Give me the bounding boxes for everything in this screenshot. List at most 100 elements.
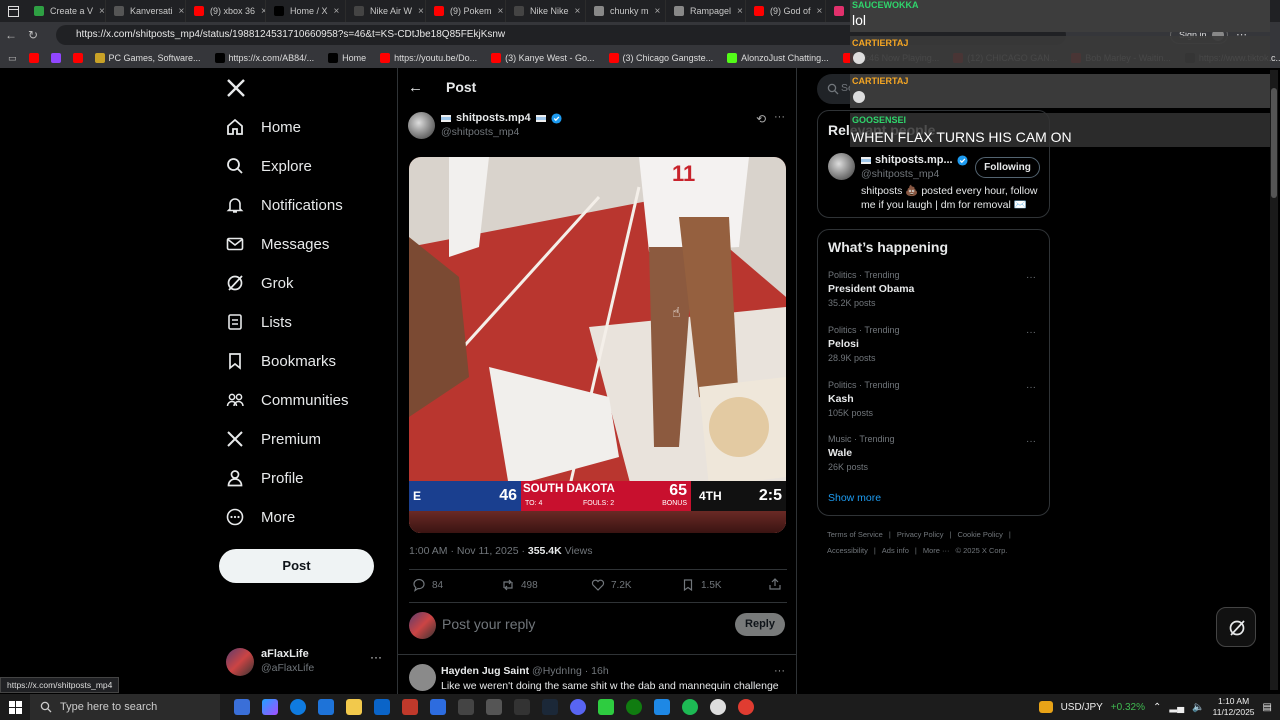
nav-home[interactable]: Home — [225, 117, 301, 137]
app-icon-white[interactable] — [710, 699, 726, 715]
bookmark-item[interactable]: (3) Kanye West - Go... — [491, 53, 595, 63]
tab-close-icon[interactable]: × — [817, 6, 823, 17]
nav-more[interactable]: More — [225, 507, 295, 527]
browser-tab[interactable]: (9) Pokem × — [426, 0, 506, 22]
app-icon-red[interactable] — [402, 699, 418, 715]
footer-privacy[interactable]: Privacy Policy — [897, 530, 944, 539]
bookmark-item[interactable]: https://x.com/AB84/... — [214, 53, 314, 63]
xbox-icon[interactable] — [626, 699, 642, 715]
obs-icon[interactable] — [738, 699, 754, 715]
nav-grok[interactable]: Grok — [225, 273, 294, 293]
nav-premium[interactable]: Premium — [225, 429, 321, 449]
app-icon-black[interactable] — [514, 699, 530, 715]
steam-icon[interactable] — [542, 699, 558, 715]
windows-start-icon[interactable] — [0, 694, 30, 720]
volume-icon[interactable]: 🔈 — [1192, 702, 1204, 713]
trend-more-icon[interactable]: ··· — [1026, 272, 1036, 283]
scrollbar-thumb[interactable] — [1271, 88, 1277, 198]
nav-bookmarks[interactable]: Bookmarks — [225, 351, 336, 371]
browser-tab[interactable]: Rampagel × — [666, 0, 746, 22]
trend-item[interactable]: Politics · Trending Pelosi 28.9K posts — [828, 325, 900, 363]
reload-icon[interactable]: ↻ — [22, 28, 44, 42]
footer-terms[interactable]: Terms of Service — [827, 530, 883, 539]
author-avatar[interactable] — [408, 112, 435, 139]
account-switcher[interactable]: aFlaxLife @aFlaxLife ··· — [226, 646, 386, 678]
grok-explain-icon[interactable]: ⟲ — [756, 112, 766, 126]
commenter-name[interactable]: Hayden Jug Saint — [441, 665, 529, 677]
app-icon-blue[interactable] — [430, 699, 446, 715]
following-button[interactable]: Following — [975, 157, 1040, 178]
bookmark-icon-twitch[interactable] — [50, 53, 61, 63]
nav-notifications[interactable]: Notifications — [225, 195, 343, 215]
trend-more-icon[interactable]: ··· — [1026, 382, 1036, 393]
page-scrollbar[interactable] — [1270, 70, 1278, 690]
grok-floating-button[interactable] — [1216, 607, 1256, 647]
app-icon-gray[interactable] — [486, 699, 502, 715]
taskbar-search[interactable]: Type here to search — [30, 694, 220, 720]
trend-item[interactable]: Politics · Trending Kash 105K posts — [828, 380, 900, 418]
browser-tab[interactable]: Kanversati × — [106, 0, 186, 22]
store-icon[interactable] — [318, 699, 334, 715]
account-more-icon[interactable]: ··· — [370, 650, 382, 664]
footer-cookie[interactable]: Cookie Policy — [957, 530, 1002, 539]
commenter-avatar[interactable] — [409, 664, 436, 691]
tab-close-icon[interactable]: × — [418, 6, 424, 17]
post-video[interactable]: 11 E 46 SOUTH DAKOTA 65 TO: 4 FOULS: 2 B… — [409, 157, 786, 533]
bookmarks-apps-icon[interactable]: ▭ — [8, 53, 17, 64]
nav-messages[interactable]: Messages — [225, 234, 329, 254]
post-button[interactable]: Post — [219, 549, 374, 583]
nav-explore[interactable]: Explore — [225, 156, 312, 176]
notifications-icon[interactable]: ▤ — [1263, 702, 1272, 713]
browser-tab[interactable]: Nike Air W × — [346, 0, 426, 22]
tab-close-icon[interactable]: × — [498, 6, 504, 17]
bookmark-icon-youtube[interactable] — [28, 53, 39, 63]
copilot-icon[interactable] — [262, 699, 278, 715]
tab-close-icon[interactable]: × — [655, 6, 661, 17]
browser-tab[interactable]: (9) God of × — [746, 0, 826, 22]
bookmark-item[interactable]: PC Games, Software... — [94, 53, 201, 63]
trend-more-icon[interactable]: ··· — [1026, 436, 1036, 447]
discord-icon[interactable] — [570, 699, 586, 715]
browser-tab[interactable]: chunky m × — [586, 0, 666, 22]
bookmark-item[interactable]: Home — [328, 53, 366, 63]
trend-item[interactable]: Music · Trending Wale 26K posts — [828, 434, 895, 472]
tab-close-icon[interactable]: × — [179, 6, 185, 17]
outlook-icon[interactable] — [374, 699, 390, 715]
network-icon[interactable]: ▂▄ — [1169, 702, 1184, 713]
browser-tab[interactable]: Home / X × — [266, 0, 346, 22]
tab-close-icon[interactable]: × — [575, 6, 581, 17]
footer-more[interactable]: More ··· — [923, 546, 950, 555]
bookmark-action[interactable]: 1.5K — [681, 578, 722, 592]
show-more-link[interactable]: Show more — [828, 492, 881, 504]
bookmark-item[interactable]: (3) Chicago Gangste... — [608, 53, 713, 63]
ticker-label[interactable]: USD/JPY — [1061, 702, 1103, 713]
bookmark-item[interactable]: https://youtu.be/Do... — [380, 53, 477, 63]
tab-close-icon[interactable]: × — [99, 6, 105, 17]
trend-more-icon[interactable]: ··· — [1026, 327, 1036, 338]
repost-action[interactable]: 498 — [501, 578, 538, 592]
reply-button[interactable]: Reply — [735, 613, 785, 636]
tab-close-icon[interactable]: × — [737, 6, 743, 17]
bookmark-item[interactable]: AlonzoJust Chatting... — [727, 53, 829, 63]
app-icon-dark[interactable] — [458, 699, 474, 715]
bookmark-icon-youtube-2[interactable] — [72, 53, 83, 63]
tab-close-icon[interactable]: × — [334, 6, 340, 17]
edge-icon[interactable] — [290, 699, 306, 715]
tray-chevron-icon[interactable]: ⌃ — [1153, 702, 1161, 713]
reply-input[interactable]: Post your reply — [442, 616, 535, 632]
browser-tab[interactable]: (9) xbox 36× — [186, 0, 266, 22]
footer-ads-info[interactable]: Ads info — [882, 546, 909, 555]
window-menu-icon[interactable] — [0, 0, 26, 22]
minecraft-icon[interactable] — [598, 699, 614, 715]
relevant-person-avatar[interactable] — [828, 153, 855, 180]
task-view-icon[interactable] — [234, 699, 250, 715]
x-logo-icon[interactable] — [226, 78, 246, 103]
browser-tab[interactable]: Create a V × — [26, 0, 106, 22]
app-icon-blue-2[interactable] — [654, 699, 670, 715]
reply-action[interactable]: 84 — [412, 578, 443, 592]
trend-item[interactable]: Politics · Trending President Obama 35.2… — [828, 270, 914, 308]
share-icon[interactable] — [768, 577, 782, 596]
relevant-person-name-row[interactable]: shitposts.mp... — [861, 154, 968, 166]
back-icon[interactable]: ← — [0, 28, 22, 42]
nav-communities[interactable]: Communities — [225, 390, 349, 410]
